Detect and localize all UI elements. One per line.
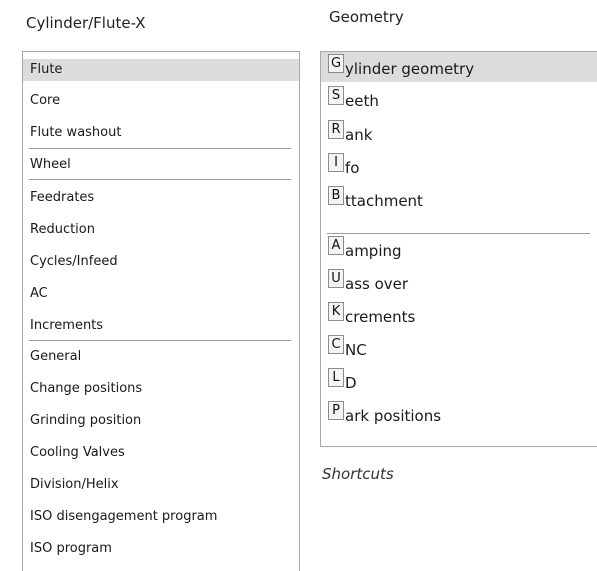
left-panel-title: Cylinder/Flute-X bbox=[26, 14, 146, 32]
shortcut-key: U bbox=[328, 269, 344, 288]
list-item-grinding-position[interactable]: Grinding position bbox=[23, 413, 299, 429]
item-label: fo bbox=[345, 159, 360, 177]
list-item-general[interactable]: General bbox=[23, 349, 299, 365]
shortcut-key: L bbox=[328, 368, 344, 387]
list-item-pass-over[interactable]: U ass over bbox=[321, 267, 597, 297]
list-item-increments[interactable]: Increments bbox=[23, 318, 299, 334]
shortcuts-label: Shortcuts bbox=[322, 465, 394, 483]
item-label: ylinder geometry bbox=[345, 60, 475, 78]
list-item-wheel[interactable]: Wheel bbox=[23, 157, 299, 173]
shortcut-key: P bbox=[328, 401, 344, 420]
list-item-clamping[interactable]: A amping bbox=[321, 234, 597, 264]
item-label: ark positions bbox=[345, 407, 442, 425]
item-label: ttachment bbox=[345, 192, 423, 210]
list-item-info[interactable]: I fo bbox=[321, 151, 597, 181]
geometry-list[interactable]: G ylinder geometry S eeth R ank I fo B t… bbox=[320, 51, 597, 447]
shortcut-key: S bbox=[328, 86, 344, 105]
right-panel-title: Geometry bbox=[329, 8, 404, 26]
shortcut-key: G bbox=[328, 54, 344, 73]
list-item-attachment[interactable]: B ttachment bbox=[321, 184, 597, 214]
separator bbox=[29, 179, 291, 180]
item-label: ank bbox=[345, 126, 373, 144]
shortcut-key: A bbox=[328, 236, 344, 255]
list-item-division-helix[interactable]: Division/Helix bbox=[23, 477, 299, 493]
item-label: amping bbox=[345, 242, 402, 260]
list-item-cnc[interactable]: C NC bbox=[321, 333, 597, 363]
list-item-flute[interactable]: Flute bbox=[23, 59, 299, 81]
shortcut-key: I bbox=[328, 153, 344, 172]
list-item-flute-washout[interactable]: Flute washout bbox=[23, 125, 299, 141]
item-label: eeth bbox=[345, 92, 379, 110]
list-item-cylinder-geometry[interactable]: G ylinder geometry bbox=[321, 52, 597, 82]
list-item-cycles-infeed[interactable]: Cycles/Infeed bbox=[23, 254, 299, 270]
list-item-iso-program[interactable]: ISO program bbox=[23, 541, 299, 557]
shortcut-key: R bbox=[328, 120, 344, 139]
list-item-cooling-valves[interactable]: Cooling Valves bbox=[23, 445, 299, 461]
item-label: D bbox=[345, 374, 357, 392]
list-item-feedrates[interactable]: Feedrates bbox=[23, 190, 299, 206]
list-item-ld[interactable]: L D bbox=[321, 366, 597, 396]
item-label: NC bbox=[345, 341, 367, 359]
shortcut-key: B bbox=[328, 186, 344, 205]
list-item-park-positions[interactable]: P ark positions bbox=[321, 399, 597, 429]
settings-category-list[interactable]: Flute Core Flute washout Wheel Feedrates… bbox=[22, 51, 300, 571]
list-item-ac[interactable]: AC bbox=[23, 286, 299, 302]
list-item-change-positions[interactable]: Change positions bbox=[23, 381, 299, 397]
separator bbox=[29, 340, 291, 341]
list-item-shank[interactable]: R ank bbox=[321, 118, 597, 148]
separator bbox=[29, 148, 291, 149]
item-label: ass over bbox=[345, 275, 409, 293]
item-label: crements bbox=[345, 308, 416, 326]
list-item-teeth[interactable]: S eeth bbox=[321, 84, 597, 114]
list-item-reduction[interactable]: Reduction bbox=[23, 222, 299, 238]
list-item-core[interactable]: Core bbox=[23, 93, 299, 109]
list-item-iso-disengagement-program[interactable]: ISO disengagement program bbox=[23, 509, 299, 525]
shortcut-key: K bbox=[328, 302, 344, 321]
list-item-increments[interactable]: K crements bbox=[321, 300, 597, 330]
shortcut-key: C bbox=[328, 335, 344, 354]
